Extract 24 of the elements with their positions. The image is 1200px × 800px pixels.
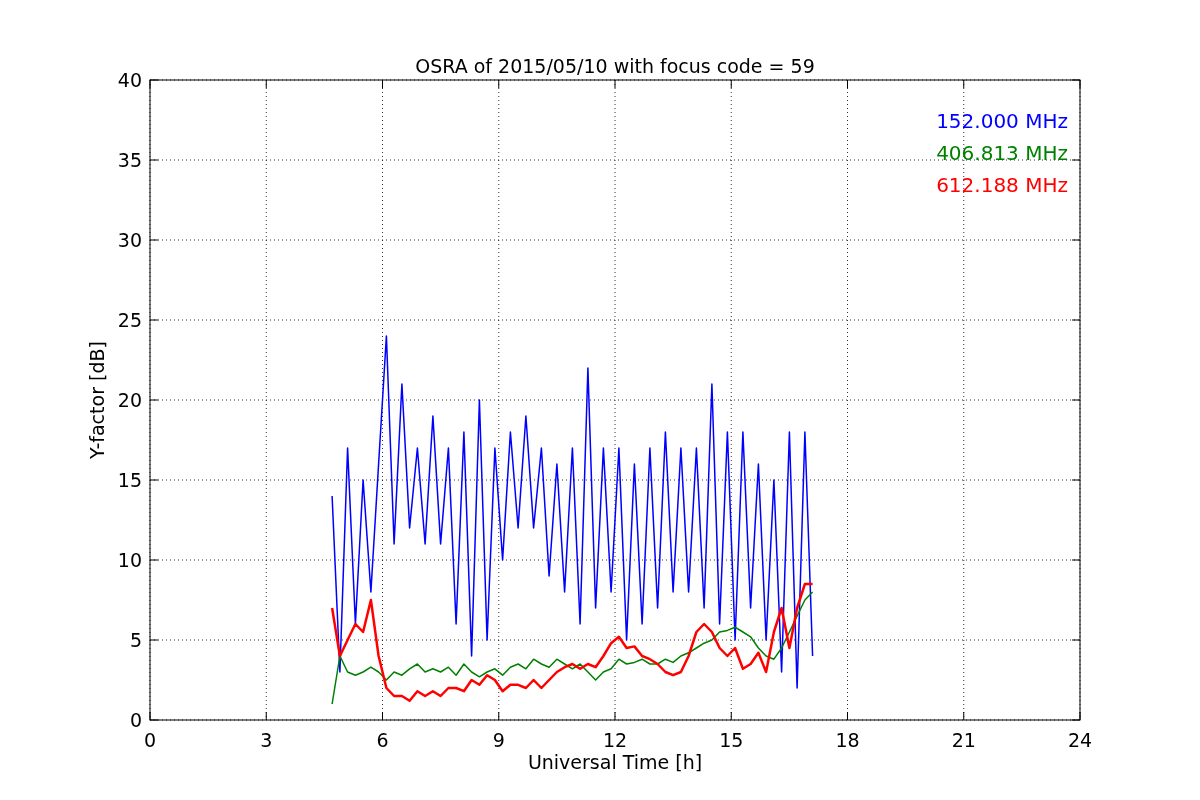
x-axis-label: Universal Time [h]: [527, 751, 703, 773]
legend-label: 612.188 MHz: [936, 173, 1068, 197]
tick-label: 9: [492, 729, 505, 751]
tick-label: 18: [835, 729, 860, 751]
tick-label: 35: [117, 149, 142, 171]
tick-label: 40: [117, 69, 142, 91]
tick-label: 24: [1067, 729, 1093, 751]
tick-label: 0: [129, 709, 142, 731]
y-axis-label: Y-factor [dB]: [86, 341, 108, 459]
tick-label: 20: [117, 389, 142, 411]
tick-label: 12: [602, 729, 628, 751]
tick-label: 5: [129, 629, 142, 651]
tick-label: 30: [117, 229, 142, 251]
tick-label: 0: [143, 729, 157, 751]
tick-label: 15: [719, 729, 744, 751]
tick-label: 15: [117, 469, 142, 491]
tick-label: 25: [117, 309, 142, 331]
tick-label: 21: [951, 729, 976, 751]
tick-label: 10: [117, 549, 142, 571]
tick-label: 3: [260, 729, 273, 751]
chart-title: OSRA of 2015/05/10 with focus code = 59: [415, 55, 815, 77]
tick-label: 6: [376, 729, 389, 751]
legend-label: 152.000 MHz: [936, 109, 1068, 133]
legend-label: 406.813 MHz: [936, 141, 1068, 165]
